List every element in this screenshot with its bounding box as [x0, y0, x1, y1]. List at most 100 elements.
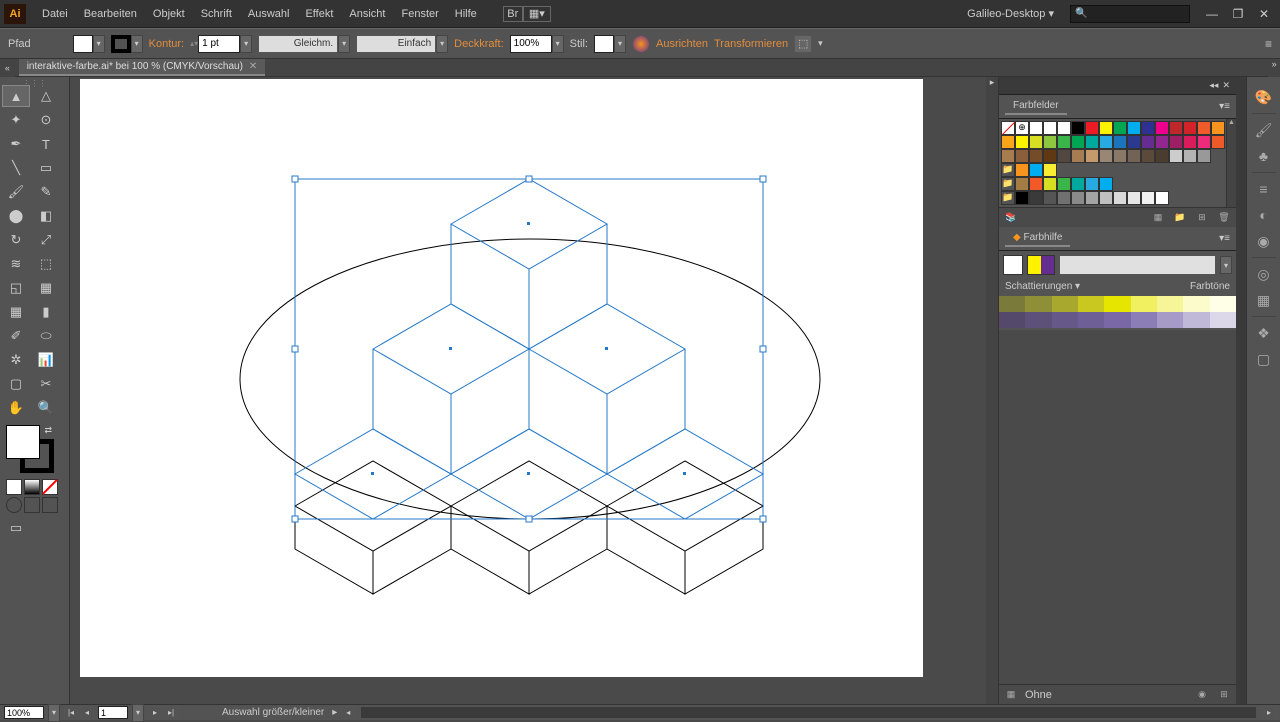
rotate-tool[interactable]: ↻ — [2, 229, 30, 251]
hand-tool[interactable]: ✋ — [2, 397, 30, 419]
artboard-dropdown[interactable]: ▾ — [132, 704, 144, 722]
slice-tool[interactable]: ✂ — [32, 373, 60, 395]
graphic-style[interactable]: ▾ — [594, 35, 626, 53]
search-input[interactable] — [1070, 5, 1190, 23]
guide-limit-icon[interactable]: ▦ — [1003, 688, 1019, 702]
panel-collapse[interactable]: ◂◂ — [1209, 80, 1218, 91]
workspace-switcher[interactable]: Galileo-Desktop ▾ — [967, 7, 1054, 20]
blend-tool[interactable]: ⬭ — [32, 325, 60, 347]
appearance-panel-icon[interactable]: ◎ — [1252, 262, 1276, 286]
swatches-grid[interactable]: ⊕📁📁📁 — [999, 119, 1236, 207]
guide-base-color[interactable] — [1003, 255, 1023, 275]
minimize-button[interactable]: — — [1200, 5, 1224, 23]
recolor-icon[interactable] — [632, 35, 650, 53]
free-transform-tool[interactable]: ⬚ — [32, 253, 60, 275]
opacity-label[interactable]: Deckkraft: — [454, 38, 504, 50]
fill-swatch[interactable]: ▾ — [73, 35, 105, 53]
artboards-panel-icon[interactable]: ▢ — [1252, 347, 1276, 371]
guide-save-icon[interactable]: ⊞ — [1216, 688, 1232, 702]
transform-link[interactable]: Transformieren — [714, 38, 788, 50]
new-swatch-icon[interactable]: ⊞ — [1194, 211, 1210, 225]
stroke-weight[interactable]: ▴▾▾ — [190, 35, 252, 53]
menu-objekt[interactable]: Objekt — [145, 4, 193, 24]
stroke-profile[interactable]: Gleichm.▾ — [258, 35, 350, 53]
swatches-tab[interactable]: Farbfelder — [1005, 98, 1067, 115]
panel-menu-icon[interactable]: ▾≡ — [1219, 101, 1230, 112]
color-mode-solid[interactable] — [6, 479, 22, 495]
panel-vscroll[interactable] — [1236, 77, 1246, 704]
gradient-tool[interactable]: ▮ — [32, 301, 60, 323]
align-link[interactable]: Ausrichten — [656, 38, 708, 50]
nav-first[interactable]: |◂ — [64, 706, 78, 719]
swatch-scrollbar[interactable] — [1226, 119, 1236, 207]
kontur-label[interactable]: Kontur: — [149, 38, 184, 50]
guide-edit-icon[interactable]: ◉ — [1194, 688, 1210, 702]
bridge-icon[interactable]: Br — [503, 6, 523, 22]
color-guide-tab[interactable]: ◆ Farbhilfe — [1005, 230, 1070, 247]
menu-ansicht[interactable]: Ansicht — [341, 4, 393, 24]
guide-menu-icon[interactable]: ▾≡ — [1219, 233, 1230, 244]
zoom-dropdown[interactable]: ▾ — [48, 704, 60, 722]
hscrollbar[interactable] — [361, 707, 1256, 718]
guide-shades-label[interactable]: Schattierungen ▾ — [1005, 281, 1080, 292]
blob-brush-tool[interactable]: ⬤ — [2, 205, 30, 227]
toolbox-collapse[interactable]: « — [0, 59, 15, 77]
type-tool[interactable]: T — [32, 133, 60, 155]
nav-last[interactable]: ▸| — [164, 706, 178, 719]
symbols-panel-icon[interactable]: ♣ — [1252, 144, 1276, 168]
zoom-tool[interactable]: 🔍 — [32, 397, 60, 419]
new-group-icon[interactable]: 📁 — [1172, 211, 1188, 225]
canvas-area[interactable] — [70, 77, 986, 704]
stroke-panel-icon[interactable]: ≡ — [1252, 177, 1276, 201]
color-mode-gradient[interactable] — [24, 479, 40, 495]
arrange-docs-icon[interactable]: ▦▾ — [523, 6, 551, 22]
panel-close-icon[interactable]: ✕ — [1222, 80, 1230, 91]
lasso-tool[interactable]: ⊙ — [32, 109, 60, 131]
selection-tool[interactable]: ▲ — [2, 85, 30, 107]
brushes-panel-icon[interactable]: 🖌 — [1252, 118, 1276, 142]
draw-behind[interactable] — [24, 497, 40, 513]
controlbar-menu-icon[interactable]: ≡ — [1265, 37, 1272, 51]
hscroll-right[interactable]: ▸ — [1262, 706, 1276, 719]
guide-harmony-arrow[interactable]: ▾ — [1220, 256, 1232, 274]
guide-variations[interactable] — [999, 294, 1236, 330]
swatch-libraries-icon[interactable]: 📚 — [1003, 211, 1019, 225]
menu-fenster[interactable]: Fenster — [393, 4, 446, 24]
graphic-styles-icon[interactable]: ▦ — [1252, 288, 1276, 312]
line-tool[interactable]: ╲ — [2, 157, 30, 179]
menu-hilfe[interactable]: Hilfe — [447, 4, 485, 24]
panels-collapse-right[interactable]: » — [1268, 59, 1280, 77]
artboard-number[interactable] — [98, 706, 128, 719]
mesh-tool[interactable]: ▦ — [2, 301, 30, 323]
menu-bearbeiten[interactable]: Bearbeiten — [76, 4, 145, 24]
panel-collapse-icon[interactable]: ▸ — [986, 77, 998, 87]
delete-swatch-icon[interactable]: 🗑 — [1216, 211, 1232, 225]
graph-tool[interactable]: 📊 — [32, 349, 60, 371]
artboard-tool[interactable]: ▢ — [2, 373, 30, 395]
magic-wand-tool[interactable]: ✦ — [2, 109, 30, 131]
paintbrush-tool[interactable]: 🖌 — [2, 181, 30, 203]
stroke-swatch[interactable]: ▾ — [111, 35, 143, 53]
menu-schrift[interactable]: Schrift — [193, 4, 240, 24]
guide-harmony-dropdown[interactable] — [1059, 255, 1216, 275]
menu-datei[interactable]: Datei — [34, 4, 76, 24]
screen-mode[interactable]: ▭ — [2, 517, 30, 539]
zoom-input[interactable] — [4, 706, 44, 719]
ctrl-more[interactable]: ▾ — [818, 38, 823, 49]
close-button[interactable]: ✕ — [1252, 5, 1276, 23]
direct-selection-tool[interactable]: △ — [32, 85, 60, 107]
status-menu[interactable]: ▸ — [332, 707, 337, 718]
gradient-panel-icon[interactable]: ◐ — [1252, 203, 1276, 227]
brush-def[interactable]: Einfach▾ — [356, 35, 448, 53]
maximize-button[interactable]: ❐ — [1226, 5, 1250, 23]
artboard[interactable] — [80, 79, 923, 677]
isolate-icon[interactable]: ⬚ — [794, 35, 812, 53]
fill-stroke-indicator[interactable]: ⇄ — [6, 425, 54, 473]
width-tool[interactable]: ≋ — [2, 253, 30, 275]
eyedropper-tool[interactable]: ✐ — [2, 325, 30, 347]
scale-tool[interactable]: ⤢ — [32, 229, 60, 251]
menu-auswahl[interactable]: Auswahl — [240, 4, 298, 24]
nav-next[interactable]: ▸ — [148, 706, 162, 719]
color-panel-icon[interactable]: 🎨 — [1252, 85, 1276, 109]
nav-prev[interactable]: ◂ — [80, 706, 94, 719]
